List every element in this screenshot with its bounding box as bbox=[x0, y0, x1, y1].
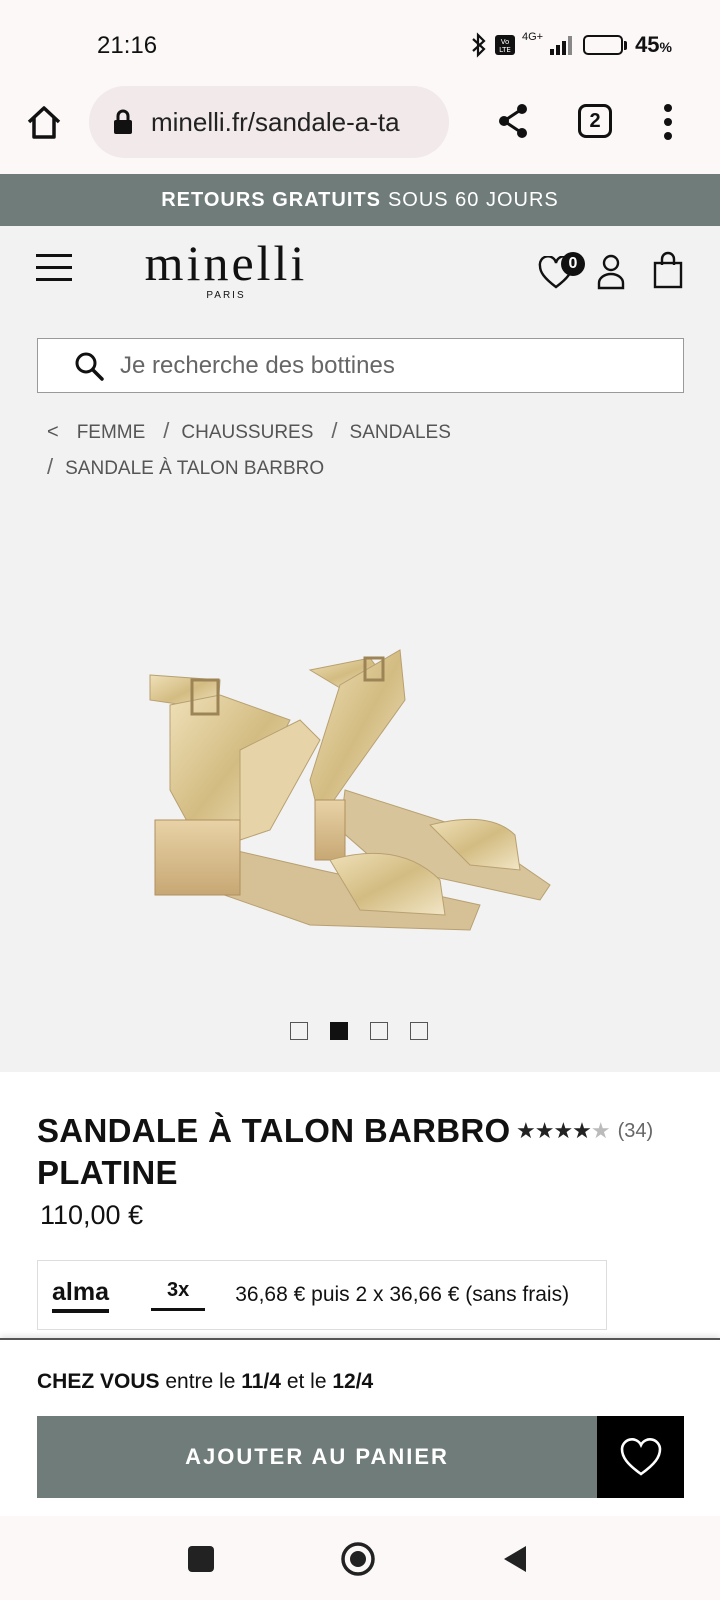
carousel-dot[interactable] bbox=[290, 1022, 308, 1040]
breadcrumb-item-femme[interactable]: FEMME bbox=[77, 422, 146, 443]
search-input[interactable] bbox=[120, 351, 640, 380]
breadcrumb: < FEMME / CHAUSSURES / SANDALES / SANDALE À TA… bbox=[47, 414, 687, 486]
status-bar: 21:16 Vo LTE 4G+ 45% bbox=[0, 0, 720, 86]
browser-toolbar: minelli.fr/sandale-a-ta 2 bbox=[0, 86, 720, 174]
wishlist-count-badge: 0 bbox=[561, 252, 585, 276]
promo-bold: RETOURS GRATUITS bbox=[161, 188, 381, 211]
breadcrumb-separator: / bbox=[47, 454, 54, 479]
heart-icon bbox=[620, 1438, 661, 1476]
breadcrumb-separator: / bbox=[163, 418, 170, 443]
rating-stars: ★★★★★ bbox=[516, 1118, 611, 1143]
carousel-dot[interactable] bbox=[410, 1022, 428, 1040]
user-icon[interactable] bbox=[597, 254, 625, 290]
breadcrumb-item-sandales[interactable]: SANDALES bbox=[350, 422, 451, 443]
recent-apps-icon[interactable] bbox=[188, 1546, 214, 1572]
status-icons: Vo LTE 4G+ bbox=[470, 31, 575, 58]
add-to-wishlist-button[interactable] bbox=[597, 1416, 684, 1498]
logo-text: minelli bbox=[144, 235, 308, 291]
product-rating[interactable]: ★★★★★ (34) bbox=[516, 1118, 653, 1144]
product-title: SANDALE À TALON BARBRO PLATINE bbox=[37, 1112, 511, 1191]
battery-icon bbox=[583, 35, 628, 55]
alma-installment-text: 36,68 € puis 2 x 36,66 € (sans frais) bbox=[235, 1283, 570, 1306]
signal-icon bbox=[550, 36, 573, 55]
home-icon[interactable] bbox=[24, 102, 64, 142]
logo[interactable]: minelli PARIS bbox=[126, 238, 326, 301]
promo-banner: RETOURS GRATUITS SOUS 60 JOURS bbox=[0, 174, 720, 226]
breadcrumb-separator: / bbox=[331, 418, 338, 443]
bag-icon[interactable] bbox=[653, 251, 683, 289]
carousel-dot-active[interactable] bbox=[330, 1022, 348, 1040]
bluetooth-icon bbox=[472, 32, 486, 58]
promo-rest: SOUS 60 JOURS bbox=[387, 188, 559, 211]
battery-text: 45% bbox=[635, 32, 672, 57]
system-nav-bar bbox=[0, 1516, 720, 1600]
add-to-cart-button[interactable]: AJOUTER AU PANIER bbox=[37, 1416, 597, 1498]
breadcrumb-item-chaussures[interactable]: CHAUSSURES bbox=[181, 422, 313, 443]
logo-subtext: PARIS bbox=[206, 290, 246, 301]
status-time: 21:16 bbox=[97, 32, 158, 59]
product-price: 110,00 € bbox=[40, 1200, 144, 1230]
url-text: minelli.fr/sandale-a-ta bbox=[151, 106, 400, 137]
more-vert-icon[interactable] bbox=[658, 102, 678, 142]
nav-home-icon[interactable] bbox=[340, 1541, 376, 1577]
search-box[interactable] bbox=[37, 338, 684, 393]
breadcrumb-item-current: SANDALE À TALON BARBRO bbox=[65, 458, 325, 479]
alma-installments[interactable]: alma 3x 36,68 € puis 2 x 36,66 € (sans f… bbox=[37, 1260, 607, 1330]
status-right: Vo LTE 4G+ 45% bbox=[470, 31, 672, 58]
review-count[interactable]: (34) bbox=[618, 1120, 654, 1143]
network-type: 4G+ bbox=[521, 31, 544, 43]
alma-logo: alma bbox=[52, 1278, 109, 1313]
url-bar[interactable]: minelli.fr/sandale-a-ta bbox=[89, 86, 449, 158]
svg-text:LTE: LTE bbox=[499, 46, 511, 54]
share-icon[interactable] bbox=[496, 103, 530, 139]
breadcrumb-back[interactable]: < bbox=[47, 421, 59, 443]
svg-text:Vo: Vo bbox=[501, 38, 510, 46]
carousel-dot[interactable] bbox=[370, 1022, 388, 1040]
site-header: minelli PARIS 0 bbox=[0, 226, 720, 322]
hamburger-icon[interactable] bbox=[36, 254, 72, 282]
product-image[interactable] bbox=[140, 630, 580, 960]
alma-plan-3x[interactable]: 3x bbox=[150, 1279, 206, 1311]
carousel-indicators bbox=[290, 1022, 428, 1040]
back-icon[interactable] bbox=[502, 1544, 528, 1574]
volte-icon: VoLTE bbox=[494, 35, 515, 55]
sticky-cart-bar: CHEZ VOUS entre le 11/4 et le 12/4 AJOUT… bbox=[0, 1338, 720, 1516]
lock-icon bbox=[114, 109, 132, 134]
delivery-estimate: CHEZ VOUS entre le 11/4 et le 12/4 bbox=[37, 1370, 374, 1393]
tabs-button[interactable]: 2 bbox=[578, 104, 612, 138]
search-icon bbox=[75, 352, 104, 381]
